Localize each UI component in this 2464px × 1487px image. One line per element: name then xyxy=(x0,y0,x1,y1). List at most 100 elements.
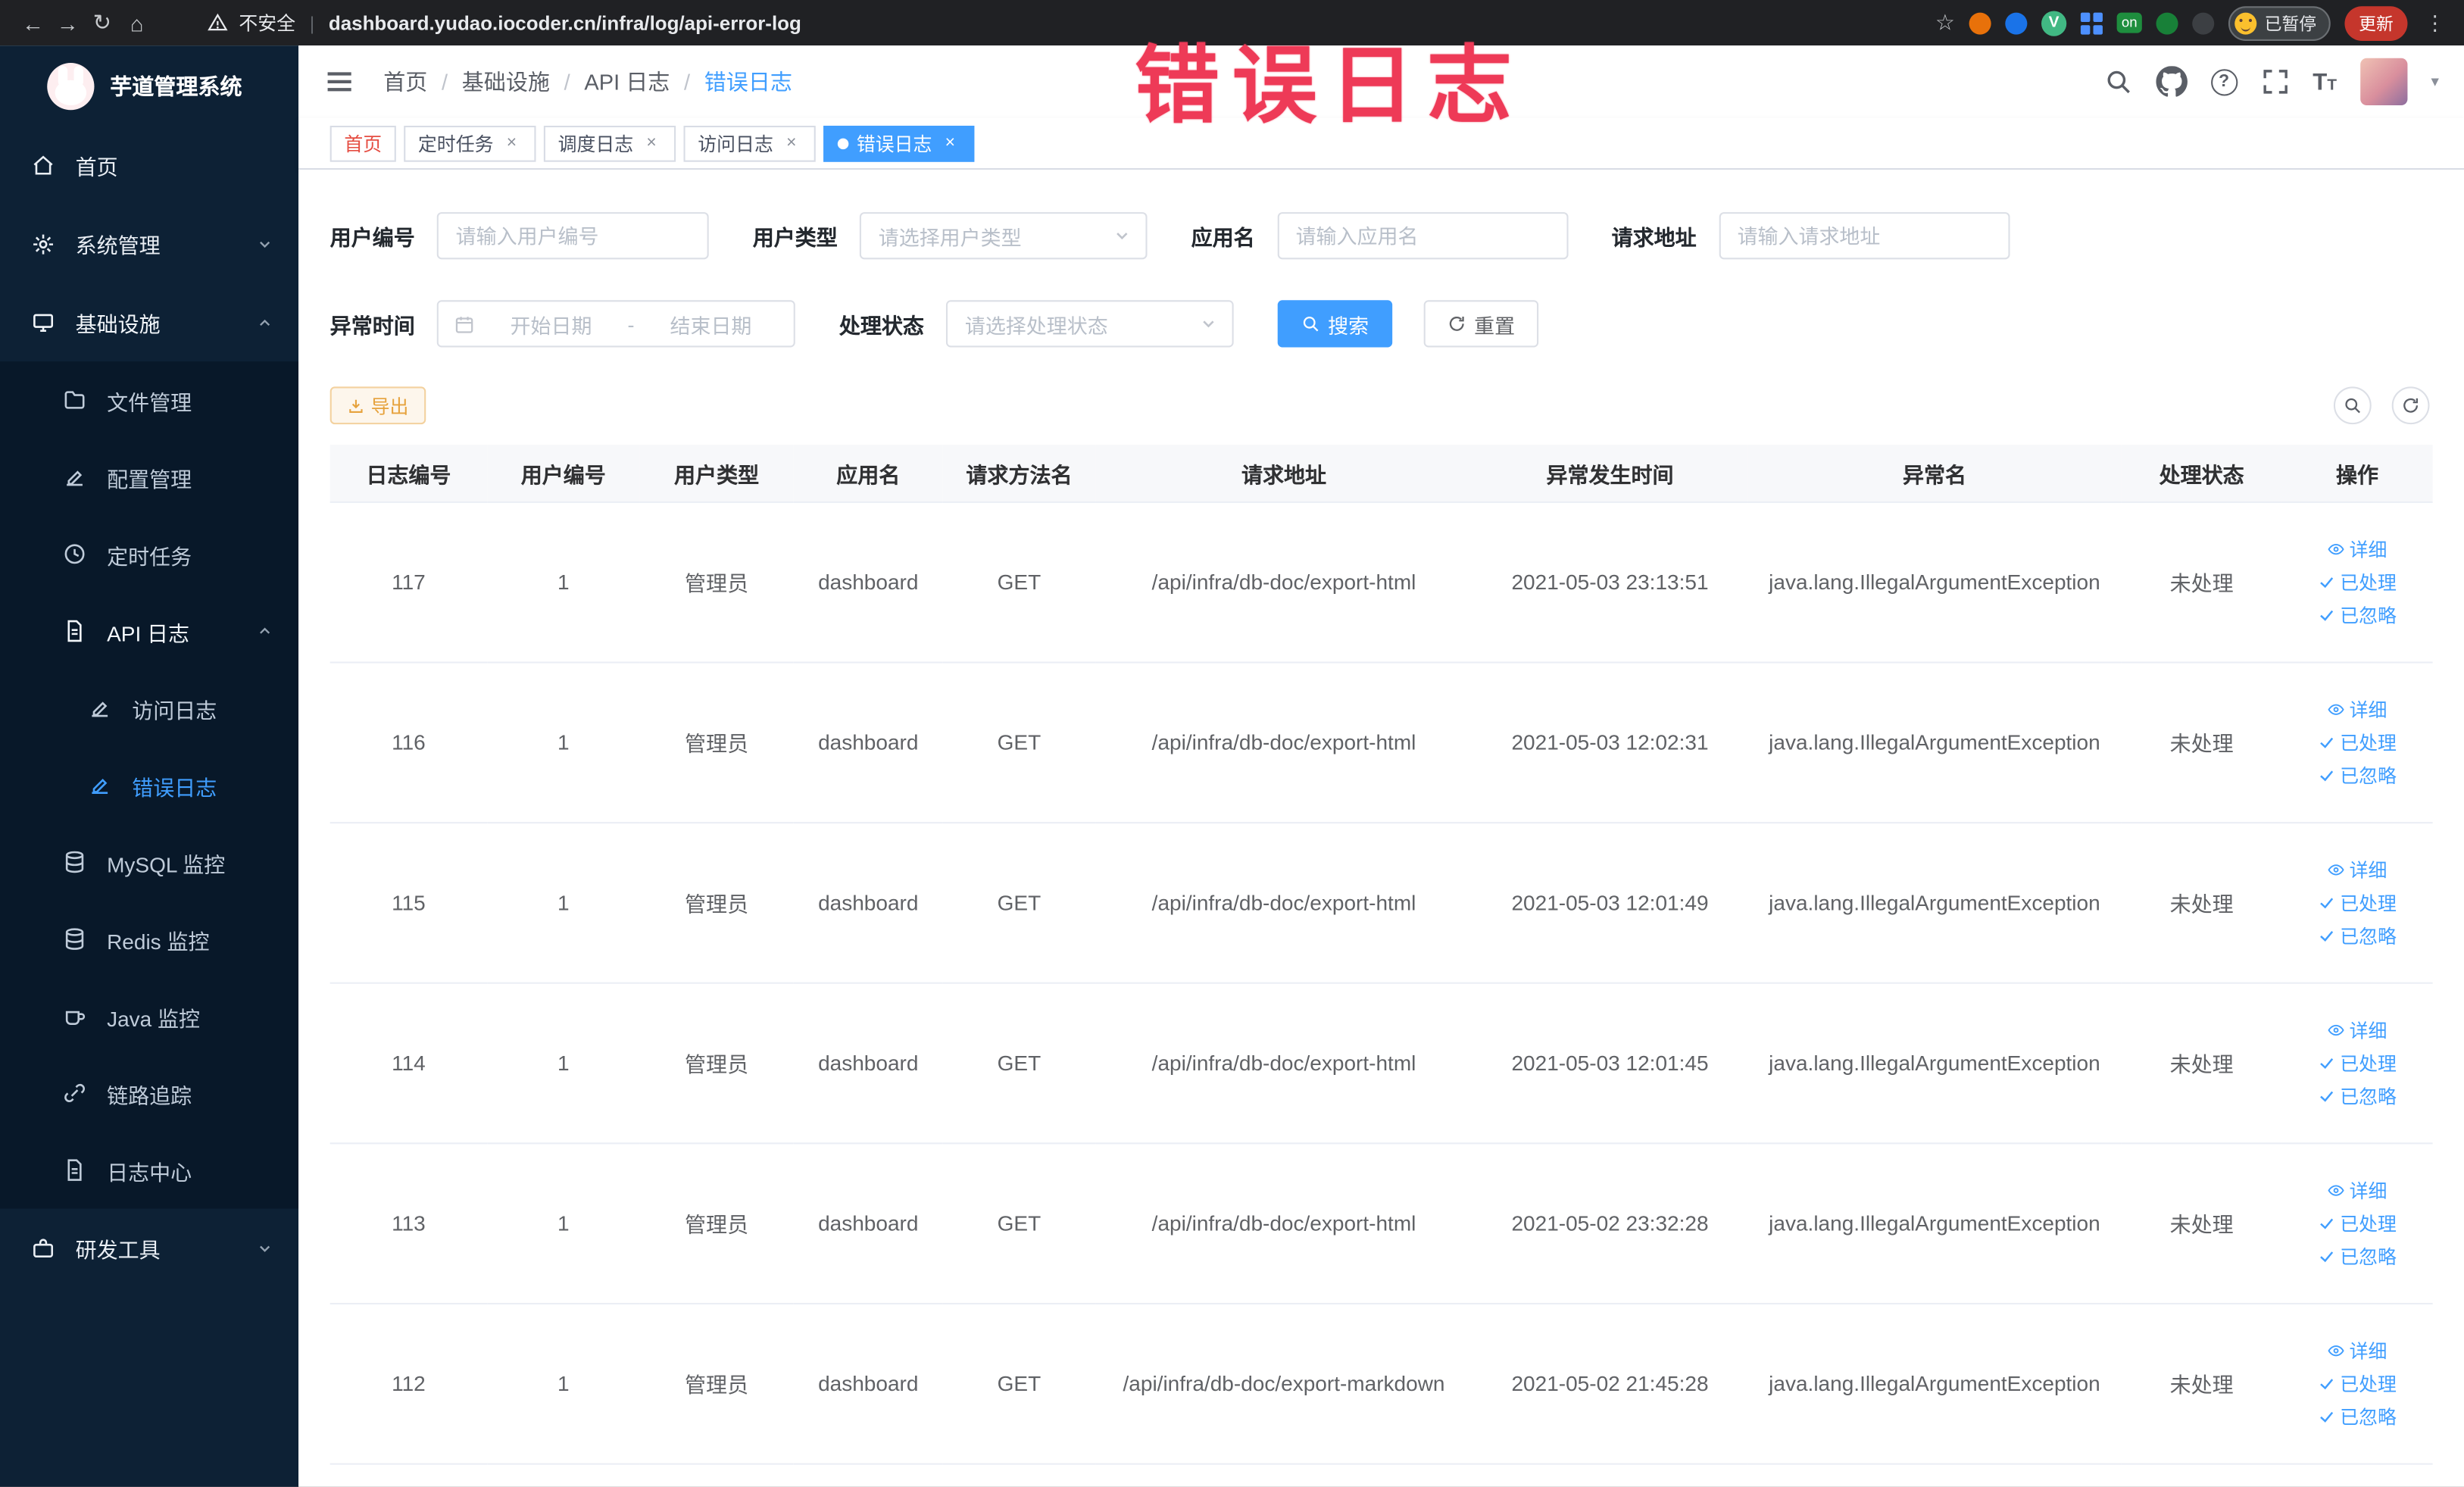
help-icon[interactable]: ? xyxy=(2210,68,2238,95)
cell-log-id: 116 xyxy=(329,661,488,823)
vue-devtools-extension-icon[interactable]: V xyxy=(2041,10,2067,36)
mark-processed-link[interactable]: 已处理 xyxy=(2318,1209,2397,1236)
sidebar-item-error-log[interactable]: 错误日志 xyxy=(0,746,298,823)
toggle-search-button[interactable] xyxy=(2333,386,2372,425)
mark-ignored-link[interactable]: 已忽略 xyxy=(2318,922,2397,948)
download-icon xyxy=(348,397,365,414)
sidebar-item-home[interactable]: 首页 xyxy=(0,126,298,205)
profile-avatar-emoji xyxy=(2234,11,2257,34)
search-icon[interactable] xyxy=(2103,67,2131,95)
mark-ignored-link[interactable]: 已忽略 xyxy=(2318,1082,2397,1108)
page-url[interactable]: dashboard.yudao.iocoder.cn/infra/log/api… xyxy=(329,12,801,34)
sidebar-item-api-logs[interactable]: API 日志 xyxy=(0,592,298,670)
filter-row-1: 用户编号 用户类型 请选择用户类型 应用名 xyxy=(330,212,2433,260)
cell-method: GET xyxy=(942,501,1096,663)
detail-link[interactable]: 详细 xyxy=(2328,1016,2387,1042)
refresh-button[interactable] xyxy=(2391,386,2430,425)
extension-icon[interactable] xyxy=(2156,11,2178,34)
mark-ignored-link[interactable]: 已忽略 xyxy=(2318,1242,2397,1269)
sidebar-item-redis-monitor[interactable]: Redis 监控 xyxy=(0,901,298,978)
breadcrumb-home[interactable]: 首页 xyxy=(383,66,427,97)
tab-access-log[interactable]: 访问日志 × xyxy=(683,124,816,161)
tab-home[interactable]: 首页 xyxy=(329,124,396,161)
mark-processed-link[interactable]: 已处理 xyxy=(2318,1370,2397,1396)
sidebar-item-infrastructure[interactable]: 基础设施 xyxy=(0,283,298,361)
cell-app-name: dashboard xyxy=(793,501,943,663)
mark-processed-link[interactable]: 已处理 xyxy=(2318,1049,2397,1076)
detail-link[interactable]: 详细 xyxy=(2328,535,2387,561)
sidebar-item-mysql-monitor[interactable]: MySQL 监控 xyxy=(0,823,298,901)
extension-grid-icon[interactable] xyxy=(2080,11,2103,34)
exception-time-range-picker[interactable]: 开始日期 - 结束日期 xyxy=(436,300,795,348)
breadcrumb-current: 错误日志 xyxy=(704,69,792,95)
tab-scheduled-tasks[interactable]: 定时任务 × xyxy=(404,124,536,161)
breadcrumb-api-logs[interactable]: API 日志 xyxy=(584,66,670,97)
font-size-icon[interactable]: TT xyxy=(2313,70,2337,93)
column-header-status: 处理状态 xyxy=(2121,445,2282,502)
caret-down-icon[interactable]: ▾ xyxy=(2431,73,2438,90)
extension-icon[interactable] xyxy=(2005,11,2028,34)
user-id-input[interactable] xyxy=(436,212,709,260)
app-name-input[interactable] xyxy=(1276,212,1568,260)
sidebar-item-trace[interactable]: 链路追踪 xyxy=(0,1054,298,1132)
sidebar-collapse-icon[interactable] xyxy=(323,66,354,97)
mark-processed-link[interactable]: 已处理 xyxy=(2318,889,2397,915)
extension-icon[interactable] xyxy=(2192,11,2215,34)
profile-paused-chip[interactable]: 已暂停 xyxy=(2228,5,2331,40)
column-header-actions: 操作 xyxy=(2281,445,2433,502)
sidebar-item-config-management[interactable]: 配置管理 xyxy=(0,439,298,516)
browser-menu-icon[interactable]: ⋮ xyxy=(2422,10,2448,35)
sidebar-item-scheduled-tasks[interactable]: 定时任务 xyxy=(0,516,298,593)
cell-status: 未处理 xyxy=(2121,1142,2282,1304)
cell-exception-name: java.lang.IllegalArgumentException xyxy=(1747,661,2122,823)
extension-icon[interactable] xyxy=(1969,11,1991,34)
mark-ignored-link[interactable]: 已忽略 xyxy=(2318,761,2397,788)
request-url-input[interactable] xyxy=(1718,212,2010,260)
app-logo[interactable]: 芋道管理系统 xyxy=(0,45,298,126)
mark-ignored-link[interactable]: 已忽略 xyxy=(2318,601,2397,628)
address-bar[interactable]: 不安全 | dashboard.yudao.iocoder.cn/infra/l… xyxy=(208,9,801,36)
mark-processed-link[interactable]: 已处理 xyxy=(2318,729,2397,755)
reset-button[interactable]: 重置 xyxy=(1423,300,1539,348)
fullscreen-icon[interactable] xyxy=(2261,67,2289,95)
user-type-select[interactable]: 请选择用户类型 xyxy=(859,212,1148,260)
browser-back-icon[interactable]: ← xyxy=(16,5,51,40)
browser-forward-icon[interactable]: → xyxy=(50,5,85,40)
detail-link[interactable]: 详细 xyxy=(2328,695,2387,722)
search-button[interactable]: 搜索 xyxy=(1277,300,1393,348)
bookmark-star-icon[interactable]: ☆ xyxy=(1935,9,1955,36)
sidebar-item-log-center[interactable]: 日志中心 xyxy=(0,1132,298,1209)
close-icon[interactable]: × xyxy=(940,133,960,153)
security-label[interactable]: 不安全 xyxy=(239,9,295,36)
tab-error-log[interactable]: 错误日志 × xyxy=(823,124,975,161)
detail-link[interactable]: 详细 xyxy=(2328,1176,2387,1203)
browser-update-button[interactable]: 更新 xyxy=(2344,5,2408,40)
sidebar-item-java-monitor[interactable]: Java 监控 xyxy=(0,977,298,1054)
sidebar-item-access-log[interactable]: 访问日志 xyxy=(0,670,298,747)
github-icon[interactable] xyxy=(2156,66,2187,97)
detail-link[interactable]: 详细 xyxy=(2328,1337,2387,1364)
mark-processed-link[interactable]: 已处理 xyxy=(2318,568,2397,595)
sidebar-item-dev-tools[interactable]: 研发工具 xyxy=(0,1208,298,1287)
browser-home-icon[interactable]: ⌂ xyxy=(120,5,155,40)
process-status-select[interactable]: 请选择处理状态 xyxy=(945,300,1234,348)
export-button[interactable]: 导出 xyxy=(329,386,426,425)
user-avatar[interactable] xyxy=(2360,58,2408,106)
close-icon[interactable]: × xyxy=(642,133,662,153)
sidebar-item-system-management[interactable]: 系统管理 xyxy=(0,205,298,283)
tab-dispatch-log[interactable]: 调度日志 × xyxy=(543,124,676,161)
detail-link[interactable]: 详细 xyxy=(2328,856,2387,883)
extension-on-badge[interactable]: on xyxy=(2116,12,2142,33)
cell-status: 未处理 xyxy=(2121,982,2282,1144)
cell-user-type: 管理员 xyxy=(639,1142,794,1304)
browser-reload-icon[interactable]: ↻ xyxy=(85,5,120,40)
cell-method: GET xyxy=(942,1302,1096,1464)
close-icon[interactable]: × xyxy=(781,133,801,153)
cell-exception-name: java.lang.IllegalArgumentException xyxy=(1747,1302,2122,1464)
mark-ignored-link[interactable]: 已忽略 xyxy=(2318,1403,2397,1429)
table-body: 117 1 管理员 dashboard GET /api/infra/db-do… xyxy=(329,501,2433,1464)
close-icon[interactable]: × xyxy=(501,133,522,153)
breadcrumb-infrastructure[interactable]: 基础设施 xyxy=(462,66,550,97)
sidebar-item-file-management[interactable]: 文件管理 xyxy=(0,361,298,439)
document-icon xyxy=(63,619,86,642)
